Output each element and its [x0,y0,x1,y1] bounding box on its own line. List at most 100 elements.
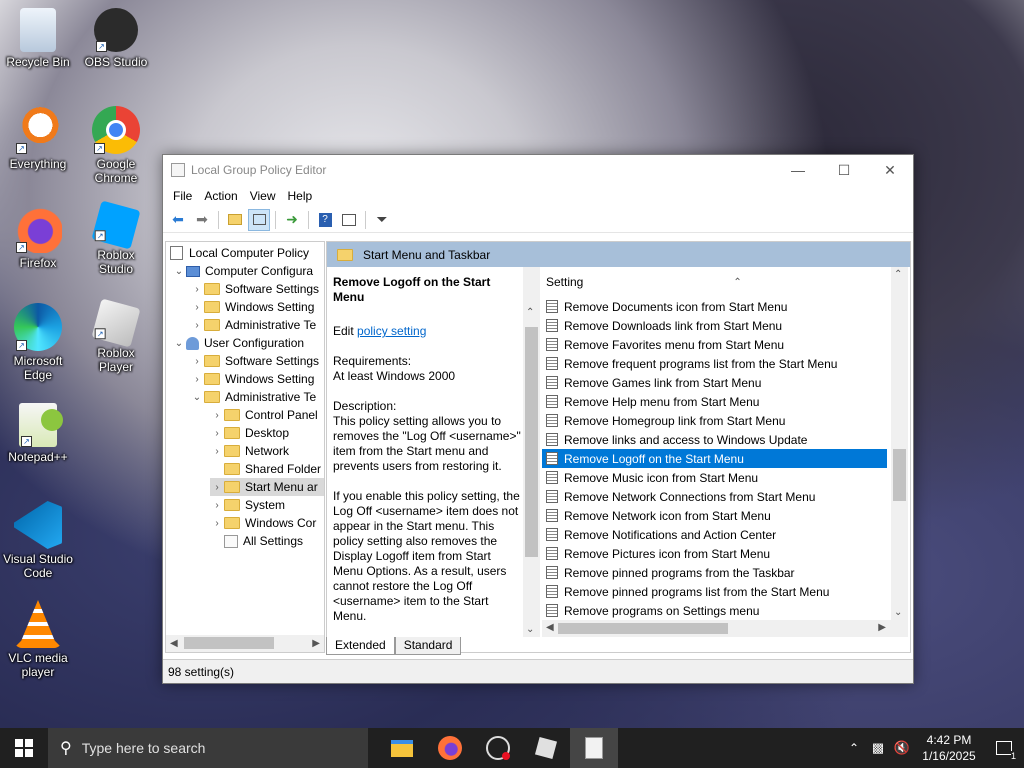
chevron-right-icon[interactable]: › [210,518,224,529]
scroll-thumb[interactable] [558,623,728,634]
chevron-down-icon[interactable]: ⌄ [172,338,186,349]
edit-policy-link[interactable]: policy setting [357,324,426,338]
chevron-right-icon[interactable]: › [190,374,204,385]
setting-row[interactable]: Remove pinned programs from the Taskbar [542,563,908,582]
menu-file[interactable]: File [167,189,198,203]
tree-item-user-configuration[interactable]: ⌄ User Configuration [172,334,304,352]
up-folder-icon[interactable] [224,209,246,231]
tree-item-windows-settings[interactable]: › Windows Setting [190,298,314,316]
tree-item-computer-configuration[interactable]: ⌄ Computer Configura [172,262,313,280]
setting-row[interactable]: Remove Homegroup link from Start Menu [542,411,908,430]
taskbar-obs[interactable] [474,728,522,768]
chevron-right-icon[interactable]: › [210,428,224,439]
start-button[interactable] [0,728,48,768]
help-icon[interactable]: ? [314,209,336,231]
desktop-icon-everything[interactable]: ↗ Everything [2,106,74,171]
chevron-right-icon[interactable]: › [210,500,224,511]
desktop-icon-obs-studio[interactable]: ↗ OBS Studio [80,8,152,69]
tab-standard[interactable]: Standard [394,637,462,655]
taskbar-group-policy-editor[interactable] [570,728,618,768]
tree-item-administrative-templates[interactable]: ⌄ Administrative Te [190,388,316,406]
forward-icon[interactable]: ➡ [191,209,213,231]
back-icon[interactable]: ⬅ [167,209,189,231]
desktop-icon-roblox-player[interactable]: ↗ Roblox Player [80,298,152,374]
desktop-icon-recycle-bin[interactable]: Recycle Bin [2,8,74,69]
list-horizontal-scrollbar[interactable]: ◀ ▶ [542,620,908,637]
scroll-up-icon[interactable]: ⌃ [526,307,534,318]
desktop-icon-vlc[interactable]: VLC media player [2,600,74,679]
scroll-down-icon[interactable]: ⌄ [526,624,534,635]
show-hide-tree-icon[interactable] [248,208,270,231]
chevron-right-icon[interactable]: › [190,302,204,313]
setting-row[interactable]: Remove Network icon from Start Menu [542,506,908,525]
scroll-thumb[interactable] [184,637,274,649]
filter-icon[interactable]: ⏷ [371,209,393,231]
chevron-right-icon[interactable]: › [190,356,204,367]
taskbar-search-box[interactable]: ⚲ Type here to search [48,728,368,768]
close-button[interactable]: ✕ [867,155,913,185]
setting-row[interactable]: Remove Network Connections from Start Me… [542,487,908,506]
export-list-icon[interactable]: ➜ [281,209,303,231]
chevron-right-icon[interactable]: › [190,320,204,331]
setting-row[interactable]: Remove Help menu from Start Menu [542,392,908,411]
tree-item-shared-folders[interactable]: Shared Folder [210,460,321,478]
setting-row[interactable]: Remove Downloads link from Start Menu [542,316,908,335]
tab-extended[interactable]: Extended [326,637,395,655]
menu-help[interactable]: Help [282,189,319,203]
desktop-icon-microsoft-edge[interactable]: ↗ Microsoft Edge [2,303,74,382]
desktop-icon-notepad-plus-plus[interactable]: ↗ Notepad++ [2,403,74,464]
tree-item-administrative-templates[interactable]: › Administrative Te [190,316,316,334]
title-bar[interactable]: Local Group Policy Editor — ☐ ✕ [163,155,913,185]
tree-item-start-menu-and-taskbar[interactable]: › Start Menu ar [210,478,324,496]
setting-row[interactable]: Remove Logoff on the Start Menu [542,449,887,468]
list-vertical-scrollbar[interactable]: ⌃ ⌄ [891,267,908,620]
scroll-up-icon[interactable]: ⌃ [894,269,902,280]
scroll-right-icon[interactable]: ▶ [312,638,320,649]
desktop-icon-google-chrome[interactable]: ↗ Google Chrome [80,106,152,185]
chevron-down-icon[interactable]: ⌄ [190,392,204,403]
setting-row[interactable]: Remove Pictures icon from Start Menu [542,544,908,563]
setting-row[interactable]: Remove Music icon from Start Menu [542,468,908,487]
tree-item-all-settings[interactable]: All Settings [210,532,303,550]
tree-item-control-panel[interactable]: › Control Panel [210,406,317,424]
chevron-down-icon[interactable]: ⌄ [172,266,186,277]
notifications-button[interactable]: 1 [984,728,1024,768]
network-icon[interactable]: ▩ [866,740,890,756]
clock[interactable]: 4:42 PM 1/16/2025 [914,732,984,764]
menu-view[interactable]: View [244,189,282,203]
setting-row[interactable]: Remove frequent programs list from the S… [542,354,908,373]
minimize-button[interactable]: — [775,155,821,185]
scroll-left-icon[interactable]: ◀ [170,638,178,649]
taskbar-roblox[interactable] [522,728,570,768]
tree-item-network[interactable]: › Network [210,442,289,460]
scroll-right-icon[interactable]: ▶ [878,622,886,633]
tree-item-system[interactable]: › System [210,496,285,514]
setting-row[interactable]: Remove pinned programs list from the Sta… [542,582,908,601]
maximize-button[interactable]: ☐ [821,155,867,185]
setting-row[interactable]: Remove Notifications and Action Center [542,525,908,544]
setting-row[interactable]: Remove Games link from Start Menu [542,373,908,392]
description-scrollbar[interactable]: ⌃ ⌄ [523,267,540,637]
chevron-right-icon[interactable]: › [210,482,224,493]
properties-icon[interactable] [338,209,360,231]
setting-row[interactable]: Remove links and access to Windows Updat… [542,430,908,449]
chevron-right-icon[interactable]: › [210,446,224,457]
scroll-down-icon[interactable]: ⌄ [894,607,902,618]
tree-item-local-computer-policy[interactable]: Local Computer Policy [170,244,309,262]
setting-row[interactable]: Remove Favorites menu from Start Menu [542,335,908,354]
desktop-icon-visual-studio-code[interactable]: Visual Studio Code [2,501,74,580]
column-header-setting[interactable]: Setting ⌃ [542,267,908,297]
scroll-left-icon[interactable]: ◀ [546,622,554,633]
chevron-right-icon[interactable]: › [190,284,204,295]
scroll-thumb[interactable] [893,449,906,501]
taskbar-file-explorer[interactable] [378,728,426,768]
desktop-icon-firefox[interactable]: ↗ Firefox [2,205,74,270]
desktop-icon-roblox-studio[interactable]: ↗ Roblox Studio [80,200,152,276]
setting-row[interactable]: Remove Documents icon from Start Menu [542,297,908,316]
volume-muted-icon[interactable]: 🔇 [890,740,914,756]
menu-action[interactable]: Action [198,189,243,203]
tree-item-software-settings[interactable]: › Software Settings [190,352,319,370]
tree-item-desktop[interactable]: › Desktop [210,424,289,442]
taskbar-firefox[interactable] [426,728,474,768]
tree-horizontal-scrollbar[interactable]: ◀ ▶ [166,635,324,652]
